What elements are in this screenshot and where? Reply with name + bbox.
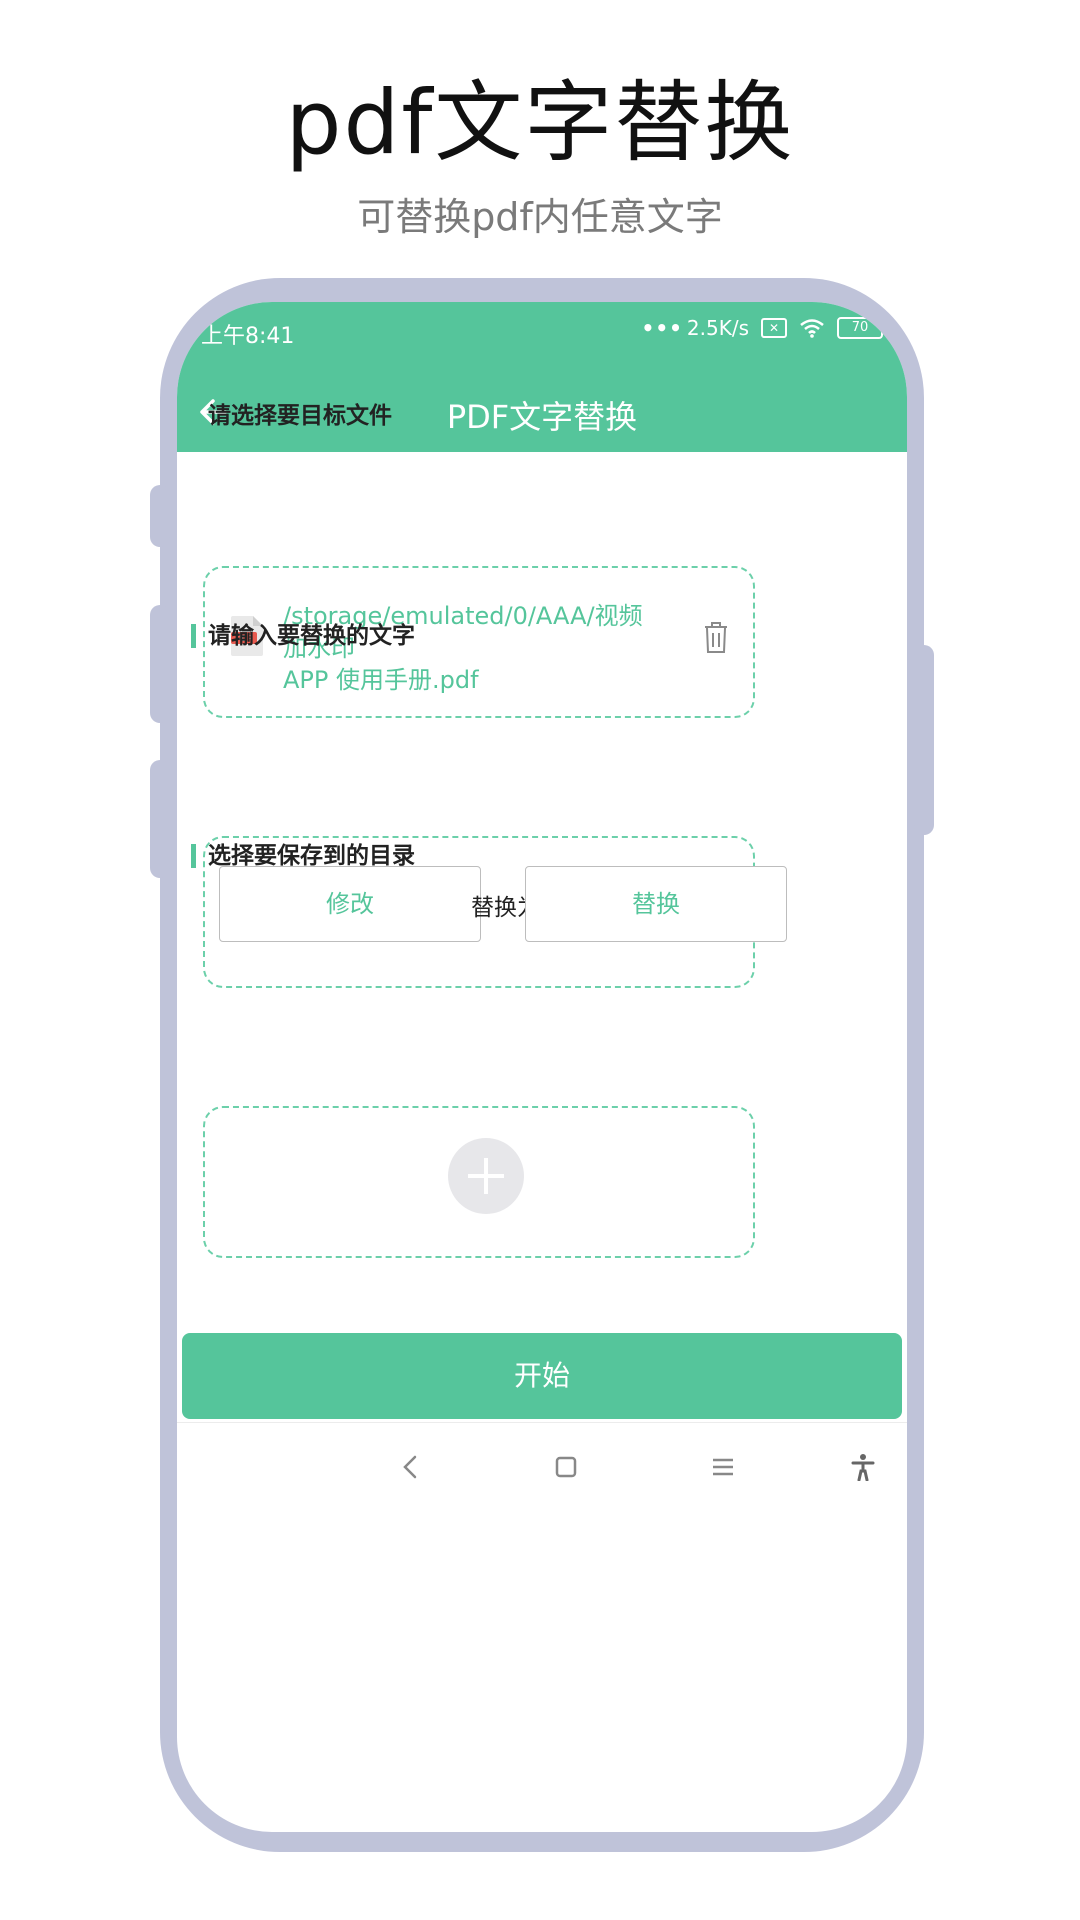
file-path-line: APP 使用手册.pdf xyxy=(283,666,479,694)
nav-home-icon[interactable] xyxy=(552,1453,580,1481)
battery-level: 70 xyxy=(851,320,869,335)
system-nav-bar xyxy=(177,1422,907,1508)
replace-with-label: 替换为 xyxy=(471,888,540,922)
battery-icon: 70 xyxy=(837,317,887,339)
status-indicators: ••• 2.5K/s ✕ 70 xyxy=(642,316,887,340)
phone-side-button xyxy=(914,645,934,835)
no-sim-icon: ✕ xyxy=(761,318,787,338)
phone-side-button xyxy=(150,605,170,723)
phone-screen: 上午8:41 ••• 2.5K/s ✕ 70 PDF文字替换 请选择要目标文件 xyxy=(177,302,907,1832)
start-button[interactable]: 开始 xyxy=(182,1333,902,1419)
wifi-icon xyxy=(800,319,824,338)
dots-icon: ••• xyxy=(641,316,683,340)
section-label-directory: 选择要保存到的目录 xyxy=(191,844,415,868)
find-text-input[interactable]: 修改 xyxy=(219,866,481,942)
nav-back-icon[interactable] xyxy=(397,1453,425,1481)
status-time: 上午8:41 xyxy=(201,324,295,349)
status-bar: 上午8:41 ••• 2.5K/s ✕ 70 xyxy=(177,302,907,372)
section-label-text: 请输入要替换的文字 xyxy=(191,624,415,648)
hero-title: pdf文字替换 xyxy=(285,71,795,174)
network-speed: ••• 2.5K/s xyxy=(642,316,749,340)
trash-icon[interactable] xyxy=(701,620,731,654)
phone-side-button xyxy=(150,760,170,878)
section-label-file: 请选择要目标文件 xyxy=(191,404,392,428)
add-icon[interactable] xyxy=(448,1138,524,1214)
accessibility-icon[interactable] xyxy=(849,1453,877,1481)
hero-subtitle: 可替换pdf内任意文字 xyxy=(357,195,723,239)
nav-menu-icon[interactable] xyxy=(709,1453,737,1481)
network-speed-value: 2.5K/s xyxy=(686,316,749,340)
directory-selector[interactable] xyxy=(203,1106,755,1258)
replace-text-input[interactable]: 替换 xyxy=(525,866,787,942)
phone-side-button xyxy=(150,485,170,547)
